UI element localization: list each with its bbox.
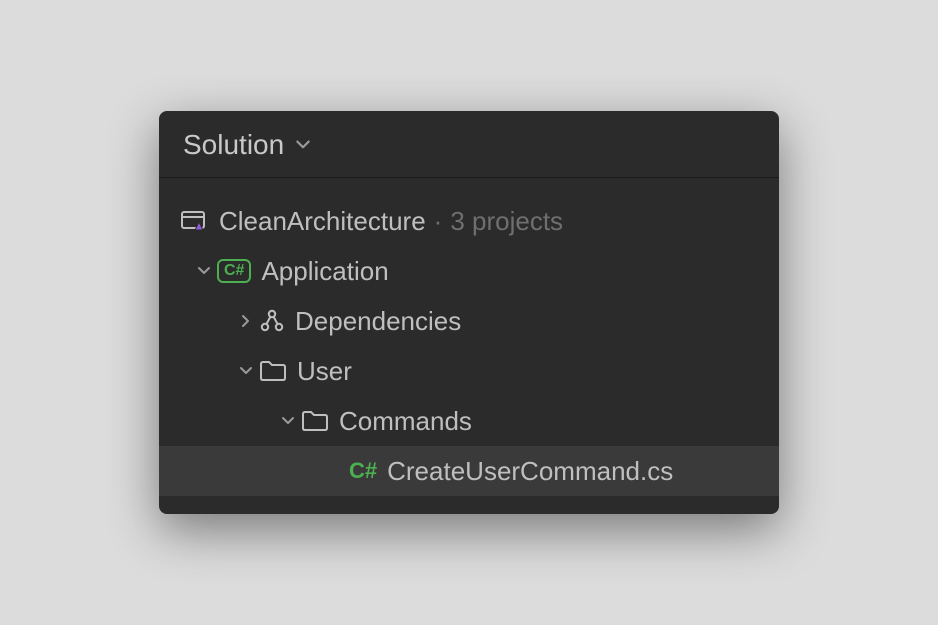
dependencies-node[interactable]: Dependencies — [159, 296, 779, 346]
solution-node[interactable]: CleanArchitecture · 3 projects — [159, 196, 779, 246]
folder-label: User — [297, 356, 352, 387]
file-label: CreateUserCommand.cs — [387, 456, 673, 487]
folder-user[interactable]: User — [159, 346, 779, 396]
solution-icon — [181, 209, 209, 233]
folder-commands[interactable]: Commands — [159, 396, 779, 446]
solution-name: CleanArchitecture — [219, 206, 426, 237]
chevron-down-icon[interactable] — [233, 363, 259, 379]
solution-explorer-panel: Solution CleanArchitecture · 3 projects — [159, 111, 779, 514]
chevron-down-icon[interactable] — [275, 413, 301, 429]
project-application[interactable]: C# Application — [159, 246, 779, 296]
dependencies-icon — [259, 308, 285, 334]
solution-tree: CleanArchitecture · 3 projects C# Applic… — [159, 178, 779, 514]
panel-header[interactable]: Solution — [159, 111, 779, 178]
file-create-user-command[interactable]: C# CreateUserCommand.cs — [159, 446, 779, 496]
chevron-down-icon[interactable] — [191, 263, 217, 279]
projects-count: 3 projects — [450, 206, 563, 237]
chevron-down-icon — [294, 136, 312, 154]
panel-title: Solution — [183, 129, 284, 161]
csharp-file-icon: C# — [349, 458, 377, 484]
project-label: Application — [261, 256, 388, 287]
folder-icon — [301, 409, 329, 433]
csharp-project-icon: C# — [217, 259, 251, 283]
dependencies-label: Dependencies — [295, 306, 461, 337]
folder-label: Commands — [339, 406, 472, 437]
folder-icon — [259, 359, 287, 383]
chevron-right-icon[interactable] — [233, 313, 259, 329]
separator-dot: · — [434, 206, 443, 237]
